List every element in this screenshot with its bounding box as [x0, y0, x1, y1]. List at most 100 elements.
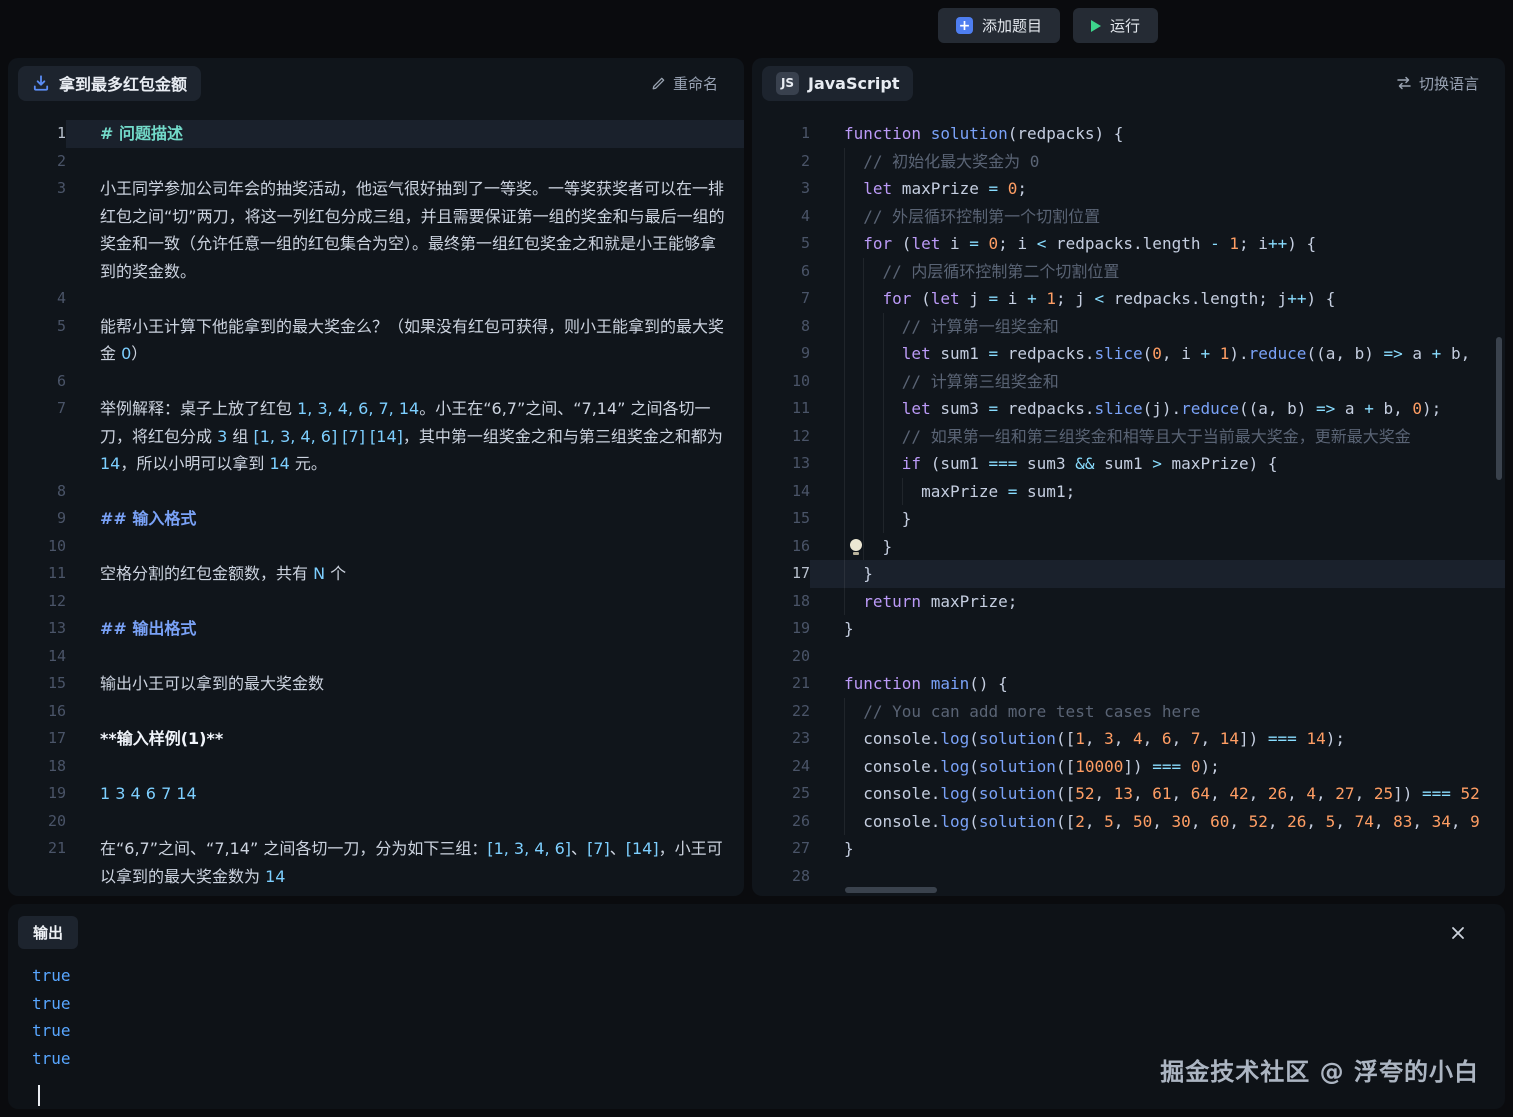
line-number: 6 — [8, 368, 66, 396]
line-number: 17 — [752, 560, 810, 588]
code-line[interactable]: 27} — [752, 835, 1505, 863]
code-line[interactable]: 2// 初始化最大奖金为 0 — [752, 148, 1505, 176]
code-editor[interactable]: 1function solution(redpacks) {2// 初始化最大奖… — [752, 108, 1505, 896]
vertical-scrollbar-thumb[interactable] — [1496, 337, 1502, 480]
output-line: true — [32, 962, 71, 990]
code-line[interactable]: 17} — [752, 560, 1505, 588]
md-line-content — [66, 478, 744, 506]
run-button[interactable]: 运行 — [1073, 8, 1158, 43]
code-line[interactable]: 13if (sum1 === sum3 && sum1 > maxPrize) … — [752, 450, 1505, 478]
md-line[interactable]: 16 — [8, 698, 744, 726]
code-line[interactable]: 9let sum1 = redpacks.slice(0, i + 1).red… — [752, 340, 1505, 368]
code-line[interactable]: 15} — [752, 505, 1505, 533]
code-line[interactable]: 4// 外层循环控制第一个切割位置 — [752, 203, 1505, 231]
code-line[interactable]: 21function main() { — [752, 670, 1505, 698]
code-line[interactable]: 11let sum3 = redpacks.slice(j).reduce((a… — [752, 395, 1505, 423]
indent-guide — [844, 395, 863, 423]
code-line-content — [810, 863, 1505, 891]
code-line[interactable]: 3let maxPrize = 0; — [752, 175, 1505, 203]
md-line[interactable]: 9## 输入格式 — [8, 505, 744, 533]
md-line[interactable]: 18 — [8, 753, 744, 781]
md-line-content — [66, 148, 744, 176]
code-line[interactable]: 19} — [752, 615, 1505, 643]
code-line[interactable]: 6// 内层循环控制第二个切割位置 — [752, 258, 1505, 286]
output-console[interactable]: truetruetruetrue — [32, 962, 71, 1072]
output-tab[interactable]: 输出 — [18, 916, 78, 949]
md-line[interactable]: 10 — [8, 533, 744, 561]
md-line-content: 在“6,7”之间、“7,14” 之间各切一刀，分为如下三组：[1, 3, 4, … — [66, 835, 744, 890]
md-line[interactable]: 11空格分割的红包金额数，共有 N 个 — [8, 560, 744, 588]
md-line[interactable]: 8 — [8, 478, 744, 506]
md-line-content: 举例解释：桌子上放了红包 1, 3, 4, 6, 7, 14。小王在“6,7”之… — [66, 395, 744, 478]
code-line[interactable]: 5for (let i = 0; i < redpacks.length - 1… — [752, 230, 1505, 258]
md-line[interactable]: 7举例解释：桌子上放了红包 1, 3, 4, 6, 7, 14。小王在“6,7”… — [8, 395, 744, 478]
md-line[interactable]: 4 — [8, 285, 744, 313]
md-line[interactable]: 6 — [8, 368, 744, 396]
code-line[interactable]: 26console.log(solution([2, 5, 50, 30, 60… — [752, 808, 1505, 836]
md-line-content — [66, 808, 744, 836]
indent-guide — [863, 395, 882, 423]
line-number: 4 — [752, 203, 810, 231]
code-line-content: maxPrize = sum1; — [810, 478, 1505, 506]
md-line[interactable]: 2 — [8, 148, 744, 176]
pencil-icon — [651, 76, 666, 91]
line-number: 1 — [8, 120, 66, 148]
md-line-content — [66, 533, 744, 561]
md-line-content — [66, 588, 744, 616]
close-icon — [1451, 926, 1465, 940]
md-line[interactable]: 17**输入样例(1)** — [8, 725, 744, 753]
close-output-button[interactable] — [1449, 924, 1467, 942]
code-line[interactable]: 24console.log(solution([10000]) === 0); — [752, 753, 1505, 781]
md-line[interactable]: 3小王同学参加公司年会的抽奖活动，他运气很好抽到了一等奖。一等奖获奖者可以在一排… — [8, 175, 744, 285]
code-line[interactable]: 28 — [752, 863, 1505, 891]
language-chip[interactable]: JS JavaScript — [762, 66, 913, 101]
line-number: 11 — [752, 395, 810, 423]
md-line[interactable]: 13## 输出格式 — [8, 615, 744, 643]
md-line-content: 输出小王可以拿到的最大奖金数 — [66, 670, 744, 698]
switch-language-button[interactable]: 切换语言 — [1390, 72, 1485, 95]
md-line[interactable]: 14 — [8, 643, 744, 671]
md-line[interactable]: 15输出小王可以拿到的最大奖金数 — [8, 670, 744, 698]
add-problem-label: 添加题目 — [982, 15, 1042, 36]
code-line[interactable]: 7for (let j = i + 1; j < redpacks.length… — [752, 285, 1505, 313]
md-line[interactable]: 191 3 4 6 7 14 — [8, 780, 744, 808]
output-line: true — [32, 1045, 71, 1073]
line-number: 1 — [752, 120, 810, 148]
md-line-content: 小王同学参加公司年会的抽奖活动，他运气很好抽到了一等奖。一等奖获奖者可以在一排红… — [66, 175, 744, 285]
horizontal-scrollbar-thumb[interactable] — [845, 887, 937, 893]
problem-title-chip[interactable]: 拿到最多红包金额 — [18, 66, 201, 101]
code-line[interactable]: 12// 如果第一组和第三组奖金和相等且大于当前最大奖金，更新最大奖金 — [752, 423, 1505, 451]
indent-guide — [844, 340, 863, 368]
md-line[interactable]: 12 — [8, 588, 744, 616]
lightbulb-icon[interactable] — [849, 539, 863, 555]
code-line[interactable]: 10// 计算第三组奖金和 — [752, 368, 1505, 396]
rename-button[interactable]: 重命名 — [645, 72, 724, 95]
terminal-cursor — [38, 1085, 40, 1106]
line-number: 12 — [8, 588, 66, 616]
code-line[interactable]: 25console.log(solution([52, 13, 61, 64, … — [752, 780, 1505, 808]
md-line[interactable]: 20 — [8, 808, 744, 836]
md-line[interactable]: 1# 问题描述 — [8, 120, 744, 148]
md-line[interactable]: 5能帮小王计算下他能拿到的最大奖金么？（如果没有红包可获得，则小王能拿到的最大奖… — [8, 313, 744, 368]
md-line-content — [66, 753, 744, 781]
watermark: 掘金技术社区 @ 浮夸的小白 — [1160, 1052, 1479, 1087]
code-line[interactable]: 22// You can add more test cases here — [752, 698, 1505, 726]
code-line[interactable]: 23console.log(solution([1, 3, 4, 6, 7, 1… — [752, 725, 1505, 753]
indent-guide — [844, 285, 863, 313]
code-line[interactable]: 20 — [752, 643, 1505, 671]
code-line[interactable]: 14maxPrize = sum1; — [752, 478, 1505, 506]
add-problem-button[interactable]: + 添加题目 — [938, 8, 1060, 43]
plus-icon: + — [956, 17, 973, 34]
indent-guide — [844, 313, 863, 341]
code-line[interactable]: 16} — [752, 533, 1505, 561]
problem-editor[interactable]: 1# 问题描述23小王同学参加公司年会的抽奖活动，他运气很好抽到了一等奖。一等奖… — [8, 108, 744, 896]
code-line[interactable]: 1function solution(redpacks) { — [752, 120, 1505, 148]
code-line-content: console.log(solution([52, 13, 61, 64, 42… — [810, 780, 1505, 808]
indent-guide — [844, 148, 863, 176]
md-line[interactable]: 21在“6,7”之间、“7,14” 之间各切一刀，分为如下三组：[1, 3, 4… — [8, 835, 744, 890]
indent-guide — [844, 505, 863, 533]
play-icon — [1091, 20, 1101, 32]
code-line[interactable]: 18return maxPrize; — [752, 588, 1505, 616]
problem-panel-header: 拿到最多红包金额 重命名 — [8, 58, 744, 108]
code-line[interactable]: 8// 计算第一组奖金和 — [752, 313, 1505, 341]
